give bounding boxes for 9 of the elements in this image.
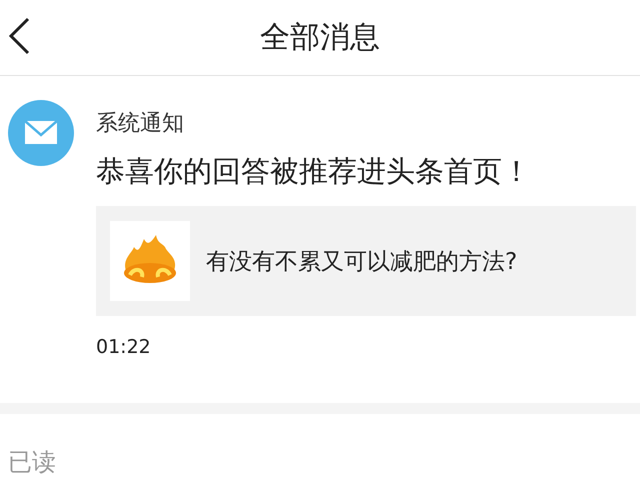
question-title: 有没有不累又可以减肥的方法? [206,248,518,276]
envelope-icon [8,100,74,166]
question-card[interactable]: 有没有不累又可以减肥的方法? [96,206,636,316]
page-title: 全部消息 [260,19,380,57]
message-text: 恭喜你的回答被推荐进头条首页！ [96,153,532,190]
back-icon[interactable] [8,17,30,55]
read-status: 已读 [7,447,57,478]
sender-name: 系统通知 [96,110,185,138]
message-time: 01:22 [96,336,152,358]
